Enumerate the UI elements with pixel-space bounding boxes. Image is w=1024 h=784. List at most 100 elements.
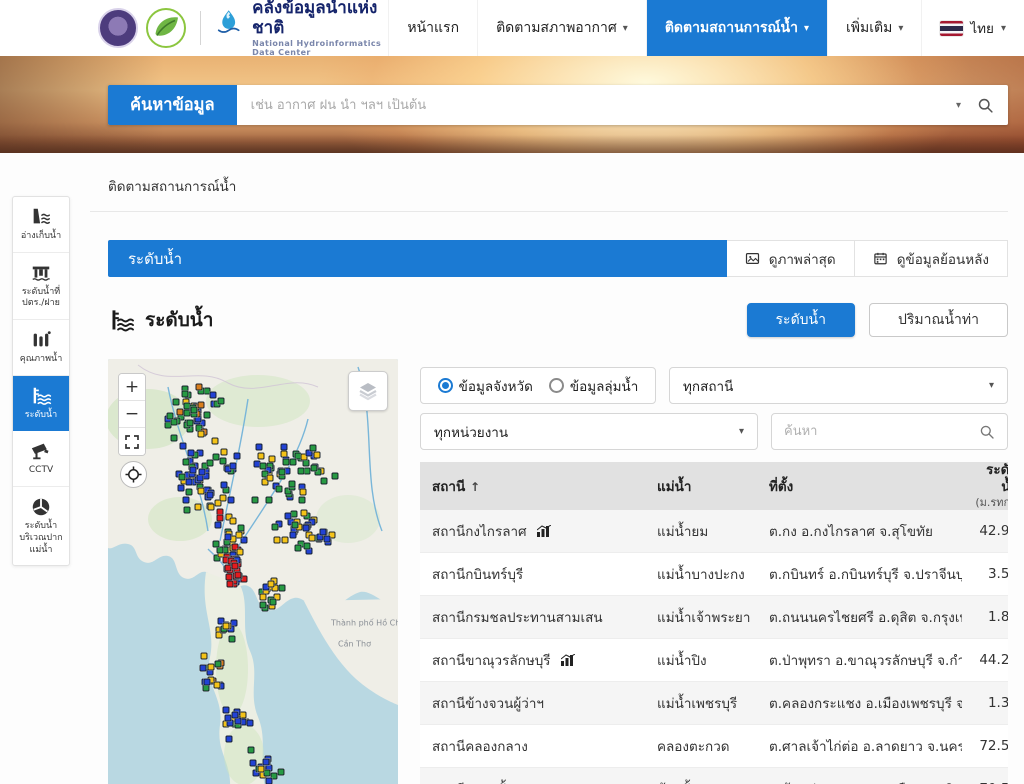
map-station-marker[interactable] <box>215 522 222 529</box>
map[interactable]: Thành phố Hồ Chí MinhCần Thơ + − <box>108 359 398 784</box>
search-icon[interactable] <box>977 97 994 114</box>
map-station-marker[interactable] <box>186 478 193 485</box>
map-station-marker[interactable] <box>182 459 189 466</box>
map-station-marker[interactable] <box>183 507 190 514</box>
map-station-marker[interactable] <box>217 514 224 521</box>
map-station-marker[interactable] <box>262 759 269 766</box>
map-station-marker[interactable] <box>292 521 299 528</box>
chart-icon[interactable] <box>537 525 551 537</box>
map-station-marker[interactable] <box>178 484 185 491</box>
map-station-marker[interactable] <box>173 398 180 405</box>
table-row[interactable]: สถานีกบินทร์บุรี แม่น้ำบางปะกง ต.กบินทร์… <box>420 553 1008 596</box>
map-station-marker[interactable] <box>308 534 315 541</box>
map-station-marker[interactable] <box>214 661 221 668</box>
map-station-marker[interactable] <box>228 496 235 503</box>
map-station-marker[interactable] <box>271 524 278 531</box>
map-station-marker[interactable] <box>229 518 236 525</box>
radio-basin-data[interactable]: ข้อมูลลุ่มน้ำ <box>549 375 639 397</box>
map-station-marker[interactable] <box>236 531 243 538</box>
map-station-marker[interactable] <box>319 528 326 535</box>
locate-button[interactable] <box>120 461 147 488</box>
map-station-marker[interactable] <box>259 601 266 608</box>
zoom-out-button[interactable]: − <box>119 401 145 428</box>
map-station-marker[interactable] <box>257 766 264 773</box>
map-station-marker[interactable] <box>201 653 208 660</box>
map-station-marker[interactable] <box>231 562 238 569</box>
map-station-marker[interactable] <box>167 413 174 420</box>
map-station-marker[interactable] <box>299 488 306 495</box>
map-station-marker[interactable] <box>266 474 273 481</box>
sidebar-item-water-quality[interactable]: คุณภาพน้ำ <box>13 320 69 376</box>
map-station-marker[interactable] <box>252 496 259 503</box>
sidebar-item-active-water-level[interactable]: ระดับน้ำ <box>13 376 69 432</box>
map-station-marker[interactable] <box>198 469 205 476</box>
map-station-marker[interactable] <box>188 450 195 457</box>
map-station-marker[interactable] <box>299 497 306 504</box>
map-station-marker[interactable] <box>206 459 213 466</box>
table-row[interactable]: สถานีคลองกั้ง ห้วยกั้ง ต.บ้านด่านนาขาม อ… <box>420 768 1008 784</box>
sidebar-item-cctv[interactable]: CCTV <box>13 431 69 487</box>
map-station-marker[interactable] <box>258 453 265 460</box>
language-selector[interactable]: ไทย ▾ <box>921 0 1024 56</box>
map-station-marker[interactable] <box>210 391 217 398</box>
map-station-marker[interactable] <box>289 531 296 538</box>
col-level[interactable]: ระดับน้ำ (ม.รทก.) <box>962 462 1008 510</box>
map-station-marker[interactable] <box>223 622 230 629</box>
map-station-marker[interactable] <box>314 451 321 458</box>
search-data-button[interactable]: ค้นหาข้อมูล <box>108 85 237 125</box>
station-dropdown[interactable]: ทุกสถานี ▾ <box>669 367 1008 404</box>
map-station-marker[interactable] <box>298 468 305 475</box>
map-station-marker[interactable] <box>226 581 233 588</box>
map-station-marker[interactable] <box>277 768 284 775</box>
map-station-marker[interactable] <box>265 497 272 504</box>
agency-dropdown[interactable]: ทุกหน่วยงาน ▾ <box>420 413 758 450</box>
table-row[interactable]: สถานีกงไกรลาศ แม่น้ำยม ต.กง อ.กงไกรลาศ จ… <box>420 510 1008 553</box>
nav-item-more[interactable]: เพิ่มเติม ▾ <box>827 0 921 56</box>
map-station-marker[interactable] <box>266 778 273 784</box>
table-search-input[interactable] <box>772 424 979 439</box>
toggle-discharge-button[interactable]: ปริมาณน้ำท่า <box>869 303 1008 337</box>
map-station-marker[interactable] <box>284 513 291 520</box>
map-station-marker[interactable] <box>178 474 185 481</box>
nav-item-water-situation[interactable]: ติดตามสถานการณ์น้ำ ▾ <box>646 0 827 56</box>
map-station-marker[interactable] <box>219 457 226 464</box>
map-station-marker[interactable] <box>323 536 330 543</box>
col-station[interactable]: สถานี ↑ <box>420 462 645 510</box>
map-station-marker[interactable] <box>249 759 256 766</box>
map-station-marker[interactable] <box>300 509 307 516</box>
map-station-marker[interactable] <box>198 488 205 495</box>
nav-item-home[interactable]: หน้าแรก <box>388 0 477 56</box>
map-station-marker[interactable] <box>180 442 187 449</box>
map-station-marker[interactable] <box>282 458 289 465</box>
search-input[interactable] <box>237 98 956 113</box>
col-river[interactable]: แม่น้ำ <box>645 462 757 510</box>
map-station-marker[interactable] <box>199 665 206 672</box>
map-station-marker[interactable] <box>276 485 283 492</box>
map-station-marker[interactable] <box>195 384 202 391</box>
map-station-marker[interactable] <box>278 468 285 475</box>
map-station-marker[interactable] <box>331 472 338 479</box>
map-station-marker[interactable] <box>197 430 204 437</box>
sidebar-item-sluice-gate[interactable]: ระดับน้ำที่ ปตร./ฝาย <box>13 253 69 320</box>
table-row[interactable]: สถานีคลองกลาง คลองตะกวด ต.ศาลเจ้าไก่ต่อ … <box>420 725 1008 768</box>
map-station-marker[interactable] <box>170 435 177 442</box>
map-station-marker[interactable] <box>190 466 197 473</box>
sidebar-item-reservoir[interactable]: อ่างเก็บน้ำ <box>13 197 69 253</box>
map-station-marker[interactable] <box>274 537 281 544</box>
map-station-marker[interactable] <box>228 635 235 642</box>
map-station-marker[interactable] <box>235 571 242 578</box>
search-icon[interactable] <box>979 424 995 440</box>
map-station-marker[interactable] <box>269 456 276 463</box>
map-station-marker[interactable] <box>278 585 285 592</box>
map-station-marker[interactable] <box>304 543 311 550</box>
map-station-marker[interactable] <box>217 398 224 405</box>
map-station-marker[interactable] <box>289 459 296 466</box>
map-station-marker[interactable] <box>225 714 232 721</box>
map-station-marker[interactable] <box>220 482 227 489</box>
map-station-marker[interactable] <box>211 437 218 444</box>
map-station-marker[interactable] <box>288 480 295 487</box>
search-category-caret-icon[interactable]: ▾ <box>956 100 961 111</box>
fullscreen-button[interactable] <box>119 428 145 455</box>
layers-button[interactable] <box>348 371 388 411</box>
map-station-marker[interactable] <box>212 540 219 547</box>
